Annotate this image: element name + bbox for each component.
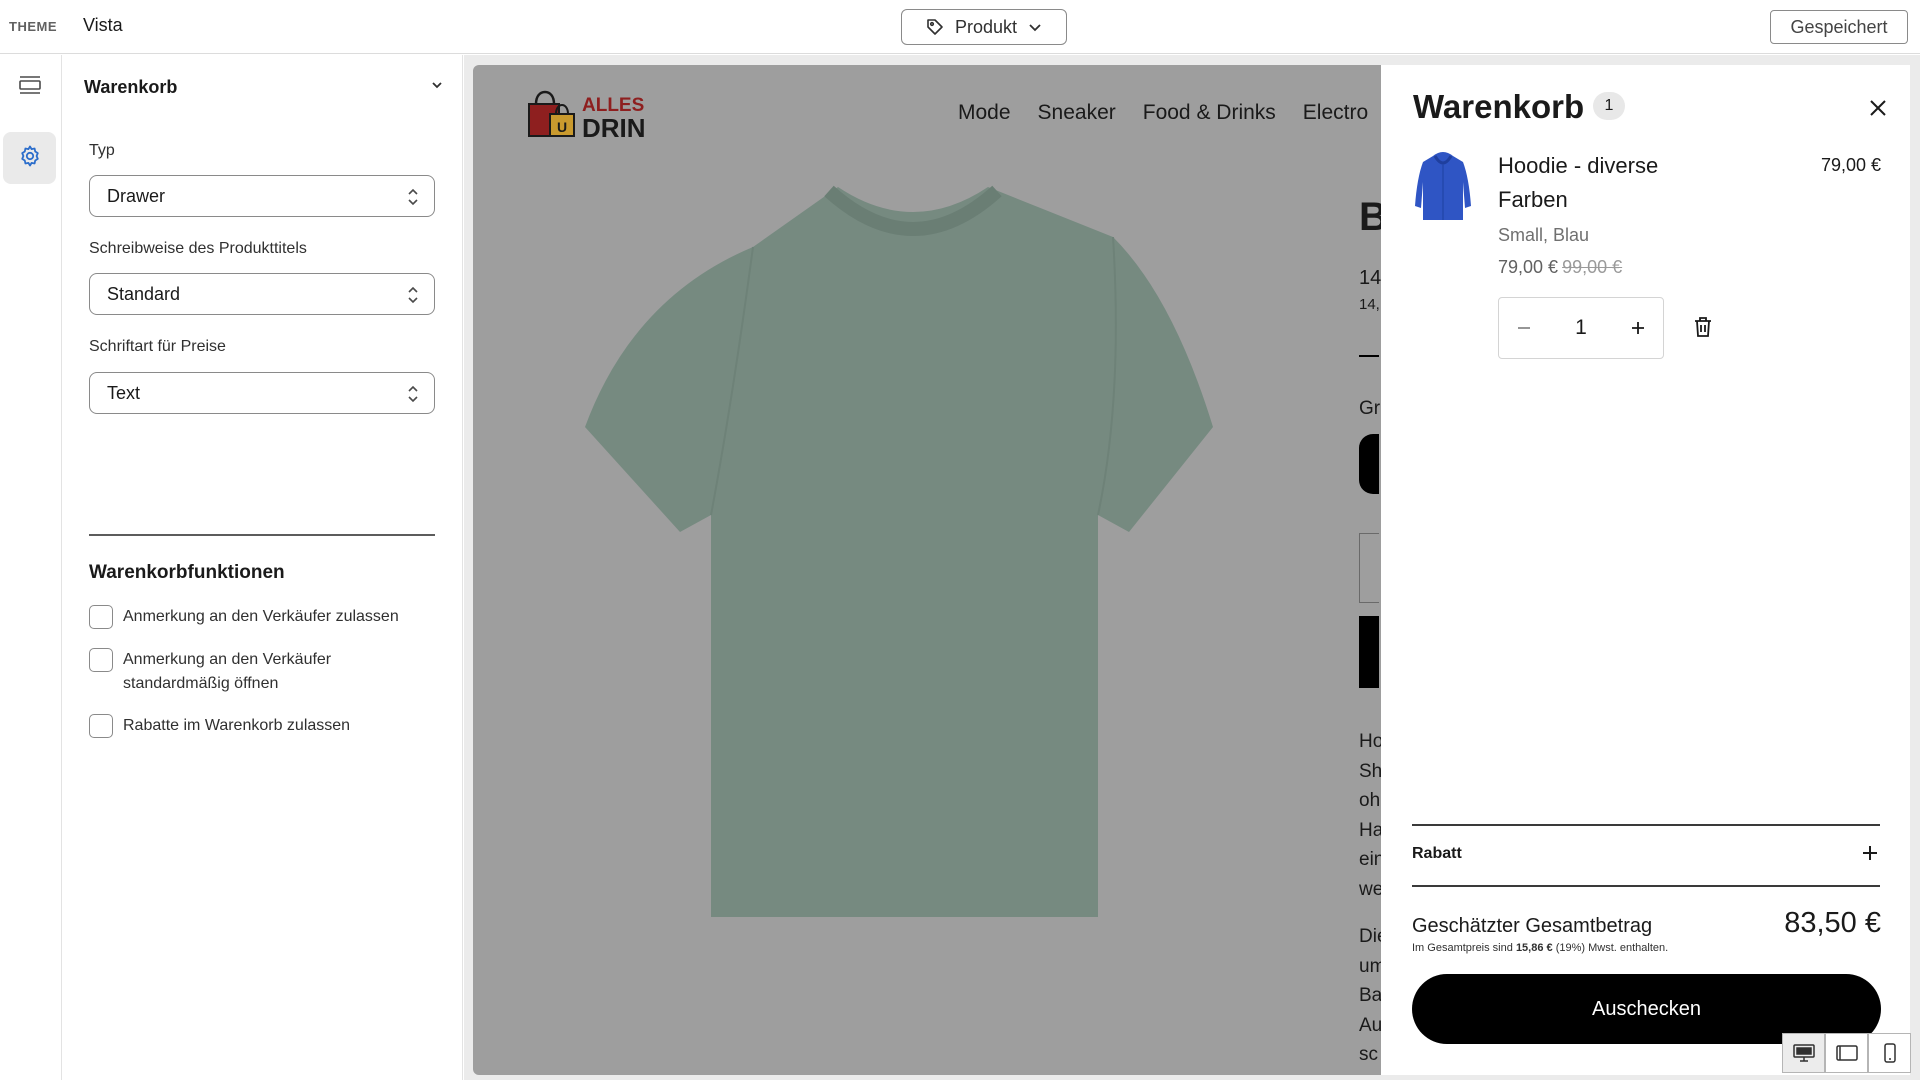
fullscreen-view-button[interactable] xyxy=(1825,1033,1868,1073)
logo-wordmark: ALLES DRIN xyxy=(582,95,646,143)
tax-note: Im Gesamtpreis sind 15,86 € (19%) Mwst. … xyxy=(1412,942,1668,954)
quantity-value[interactable]: 1 xyxy=(1575,316,1587,340)
total-value: 83,50 € xyxy=(1784,907,1881,939)
cart-item-price: 79,00 € xyxy=(1820,155,1881,175)
plus-icon xyxy=(1632,322,1644,334)
select-arrows-icon xyxy=(406,284,420,311)
size-option-peek[interactable] xyxy=(1359,434,1379,494)
open-note-checkbox[interactable] xyxy=(89,648,113,672)
nav-item-electro[interactable]: Electro xyxy=(1303,101,1368,125)
product-image-tshirt xyxy=(585,185,1213,917)
quantity-peek[interactable] xyxy=(1359,533,1379,603)
discount-label[interactable]: Rabatt xyxy=(1412,845,1462,863)
cart-drawer: Warenkorb 1 Hoodie - diverse Farben 79,0… xyxy=(1381,65,1910,1075)
theme-settings-button[interactable] xyxy=(3,132,56,184)
close-icon xyxy=(1868,98,1888,123)
desktop-view-button[interactable] xyxy=(1782,1033,1825,1073)
discounts-checkbox[interactable] xyxy=(89,714,113,738)
close-button[interactable] xyxy=(1863,95,1893,125)
shopping-bag-icon: U xyxy=(526,90,578,143)
tablet-icon xyxy=(1835,1045,1858,1061)
cart-item-variant: Small, Blau xyxy=(1498,225,1590,245)
discount-expand-button[interactable] xyxy=(1861,844,1879,867)
product-unit-price-peek: 14, xyxy=(1359,296,1380,313)
checkbox-row-allow-note[interactable]: Anmerkung an den Verkäufer zulassen xyxy=(89,605,435,629)
cart-features-title: Warenkorbfunktionen xyxy=(89,562,285,583)
top-bar: THEME Vista Produkt Gespeichert xyxy=(0,0,1920,54)
bag-letter: U xyxy=(557,119,567,135)
store-logo[interactable]: U ALLES DRIN xyxy=(526,90,646,143)
cart-item-sale-price: 79,00 €99,00 € xyxy=(1498,257,1622,278)
template-select-label: Produkt xyxy=(954,16,1018,37)
type-select-value: Drawer xyxy=(107,185,166,206)
panel-header[interactable]: Warenkorb xyxy=(84,77,444,98)
increase-button[interactable] xyxy=(1627,317,1649,339)
compare-price: 99,00 € xyxy=(1562,257,1623,277)
theme-name[interactable]: Vista xyxy=(83,15,123,36)
select-arrows-icon xyxy=(406,186,420,213)
theme-label: THEME xyxy=(9,19,57,34)
price-font-label: Schriftart für Preise xyxy=(89,338,226,355)
allow-note-checkbox[interactable] xyxy=(89,605,113,629)
mobile-icon xyxy=(1883,1043,1896,1063)
type-label: Typ xyxy=(89,142,115,159)
saved-button[interactable]: Gespeichert xyxy=(1770,10,1908,44)
discount-divider-bottom xyxy=(1412,885,1880,887)
cart-title: Warenkorb xyxy=(1413,88,1585,125)
price-font-select[interactable]: Text xyxy=(89,372,435,414)
peek-divider xyxy=(1359,355,1379,357)
chevron-down-icon xyxy=(430,78,444,97)
sections-icon xyxy=(18,74,42,101)
remove-item-button[interactable] xyxy=(1693,316,1713,343)
cart-item-name[interactable]: Hoodie - diverse Farben xyxy=(1498,149,1698,217)
tax-amount: 15,86 € xyxy=(1515,942,1553,954)
select-arrows-icon xyxy=(406,383,420,410)
minus-icon xyxy=(1518,327,1530,329)
logo-drin: DRIN xyxy=(582,112,646,143)
panel-title: Warenkorb xyxy=(84,77,178,97)
store-nav: Mode Sneaker Food & Drinks Electro xyxy=(958,101,1368,125)
title-style-label: Schreibweise des Produkttitels xyxy=(89,240,307,257)
title-style-select-value: Standard xyxy=(107,283,181,304)
type-select[interactable]: Drawer xyxy=(89,175,435,217)
nav-item-food-drinks[interactable]: Food & Drinks xyxy=(1143,101,1276,125)
allow-note-label: Anmerkung an den Verkäufer zulassen xyxy=(123,608,399,625)
nav-item-mode[interactable]: Mode xyxy=(958,101,1011,125)
plus-icon xyxy=(1863,846,1877,860)
trash-icon xyxy=(1695,317,1711,337)
device-switcher xyxy=(1782,1033,1911,1073)
checkbox-row-open-note[interactable]: Anmerkung an den Verkäufer standardmäßig… xyxy=(89,648,435,696)
section-divider xyxy=(89,534,435,536)
open-note-label: Anmerkung an den Verkäufer standardmäßig… xyxy=(123,651,332,692)
mobile-view-button[interactable] xyxy=(1868,1033,1911,1073)
add-to-cart-peek[interactable] xyxy=(1359,616,1379,688)
sections-button[interactable] xyxy=(3,61,56,113)
decrease-button[interactable] xyxy=(1513,317,1535,339)
settings-panel: Warenkorb Typ Drawer Schreibweise des Pr… xyxy=(63,55,463,1080)
editor-rail xyxy=(0,55,62,1080)
price-font-select-value: Text xyxy=(107,382,141,403)
tag-icon xyxy=(925,17,945,37)
chevron-down-icon xyxy=(1027,19,1043,35)
nav-item-sneaker[interactable]: Sneaker xyxy=(1038,101,1116,125)
sale-price: 79,00 € xyxy=(1498,257,1559,277)
tax-suffix: (19%) Mwst. enthalten. xyxy=(1555,942,1669,954)
tax-prefix: Im Gesamtpreis sind xyxy=(1412,942,1513,954)
checkbox-row-discounts[interactable]: Rabatte im Warenkorb zulassen xyxy=(89,714,435,738)
quantity-stepper: 1 xyxy=(1498,297,1664,359)
discount-divider-top xyxy=(1412,824,1880,826)
discounts-label: Rabatte im Warenkorb zulassen xyxy=(123,717,351,734)
size-label-peek: Gr xyxy=(1359,398,1381,419)
template-select[interactable]: Produkt xyxy=(901,9,1067,45)
cart-count-badge: 1 xyxy=(1593,92,1625,120)
total-label: Geschätzter Gesamtbetrag xyxy=(1412,915,1653,937)
desktop-icon xyxy=(1792,1044,1815,1062)
title-style-select[interactable]: Standard xyxy=(89,273,435,315)
gear-icon xyxy=(18,144,42,173)
hoodie-thumbnail[interactable] xyxy=(1415,148,1471,222)
